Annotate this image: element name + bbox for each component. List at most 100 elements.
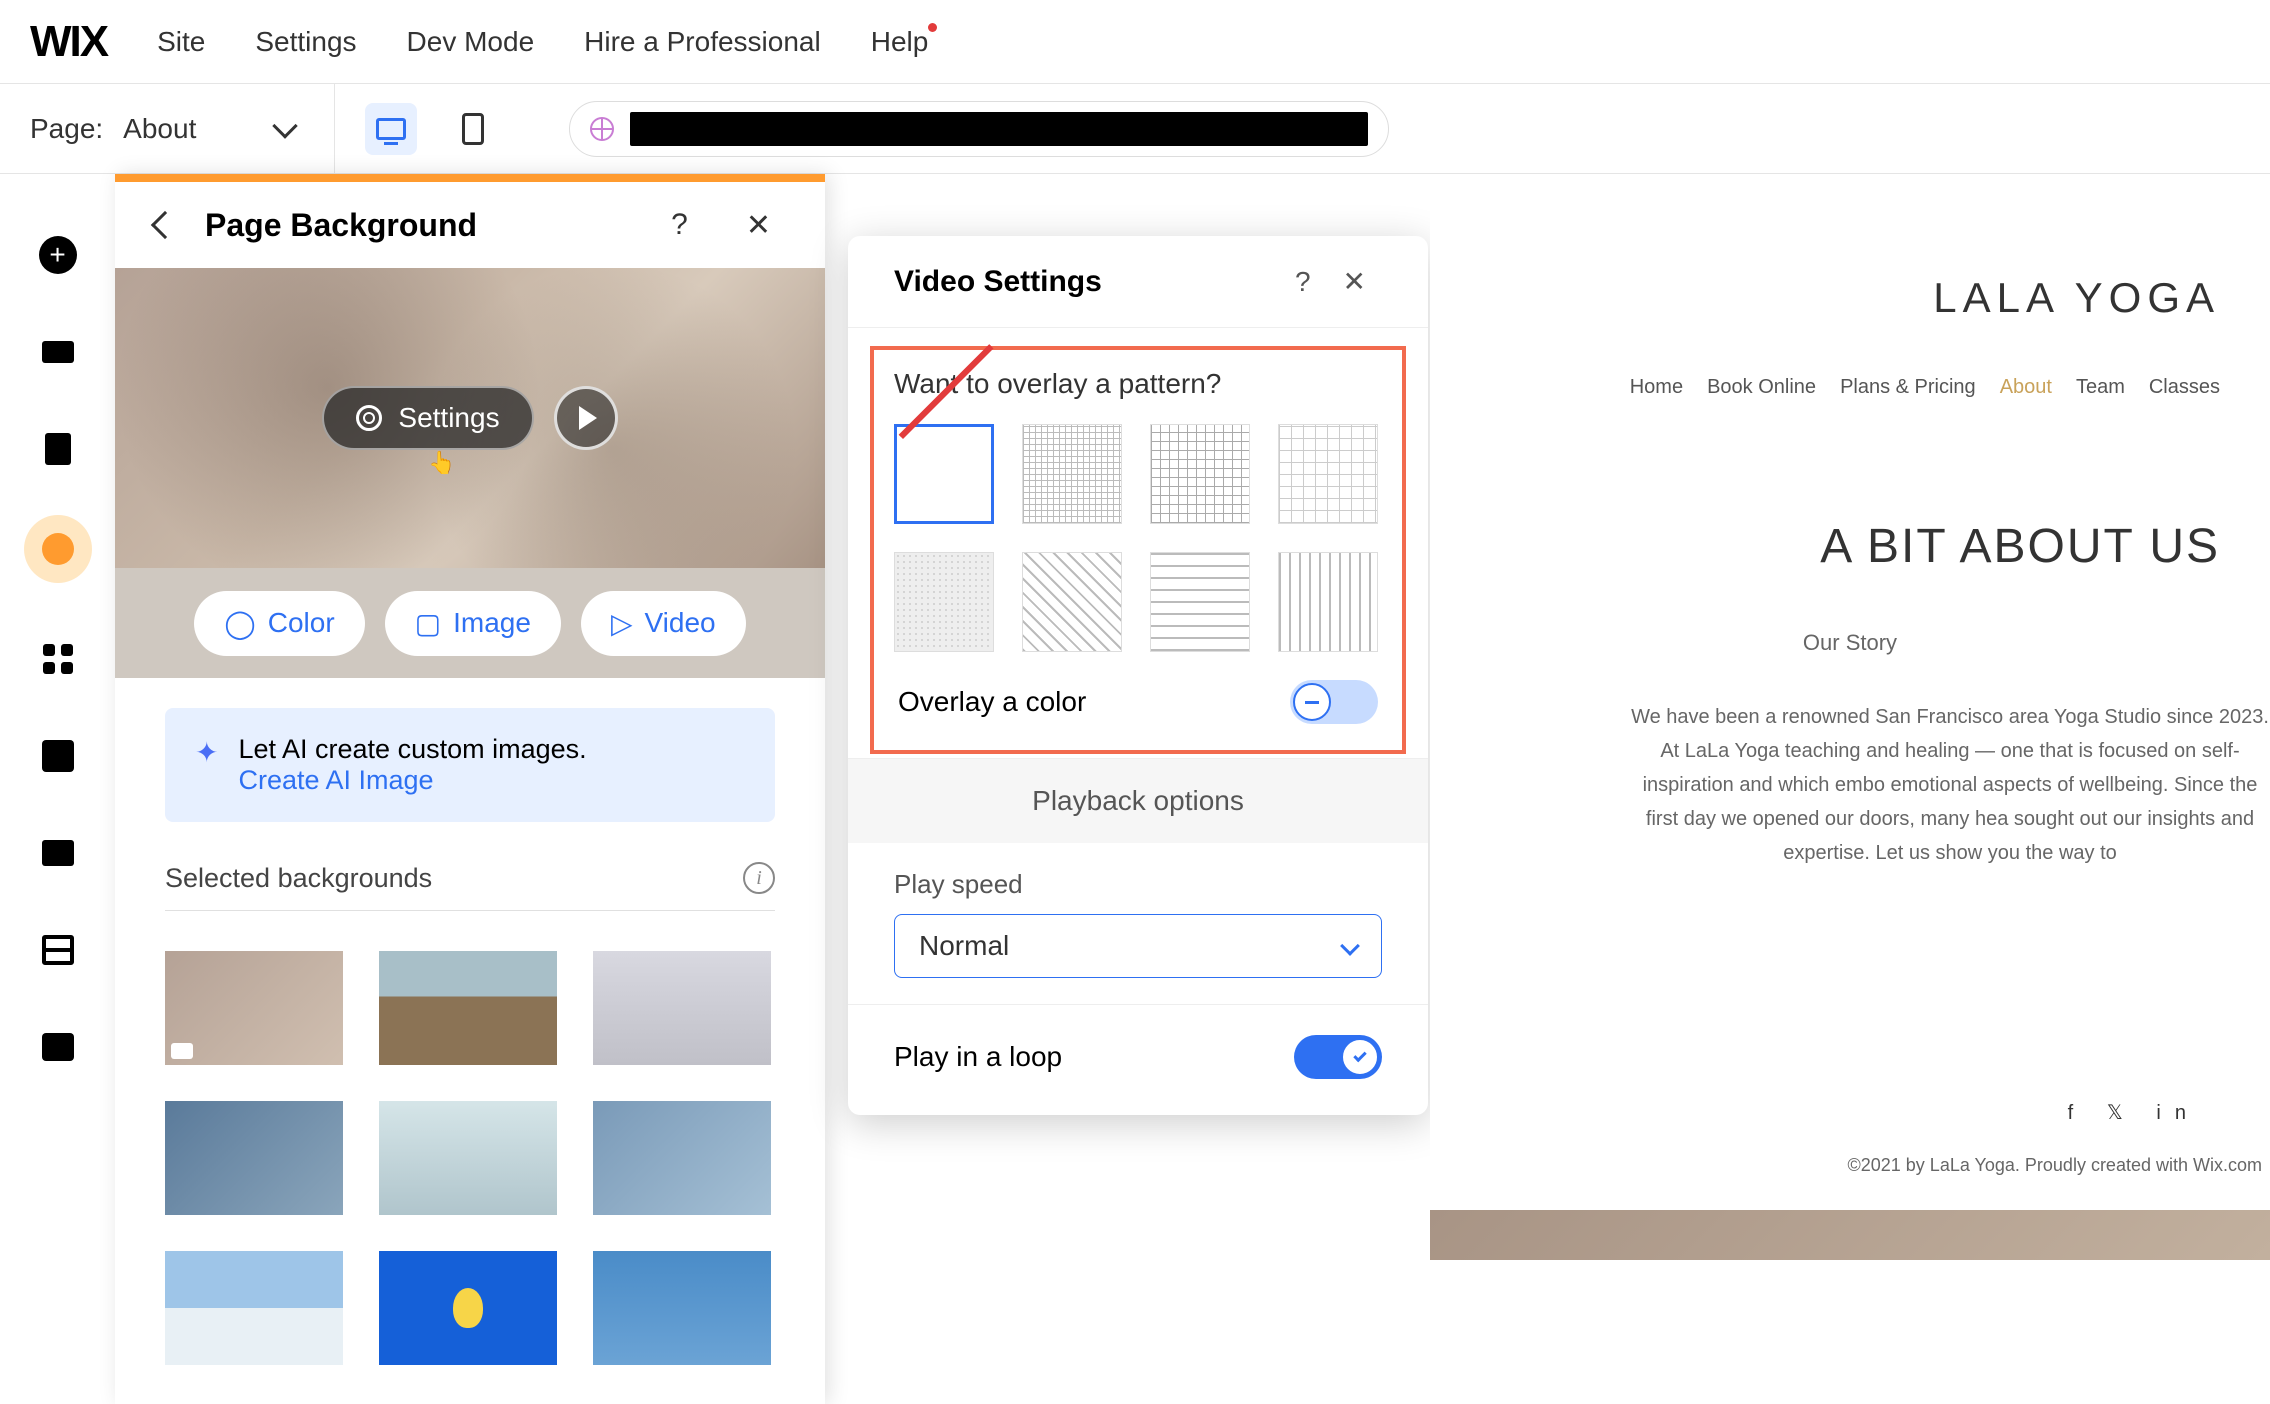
site-title: LALA YOGA bbox=[1430, 274, 2270, 322]
image-icon bbox=[42, 840, 74, 866]
second-bar: Page: About bbox=[0, 84, 2270, 174]
mobile-view-button[interactable] bbox=[447, 103, 499, 155]
business-button[interactable] bbox=[37, 1026, 79, 1068]
globe-icon bbox=[590, 117, 614, 141]
pattern-noise[interactable] bbox=[894, 552, 994, 652]
bg-thumb[interactable] bbox=[165, 951, 343, 1065]
nav-book[interactable]: Book Online bbox=[1707, 376, 1816, 399]
menu-help[interactable]: Help bbox=[871, 26, 929, 58]
background-type-tabs: ◯Color ▢Image ▷Video bbox=[115, 568, 825, 678]
nav-about[interactable]: About bbox=[2000, 376, 2052, 399]
panel-accent bbox=[115, 174, 825, 182]
panel-title: Page Background bbox=[205, 207, 627, 244]
pages-button[interactable] bbox=[37, 428, 79, 470]
desktop-icon bbox=[376, 118, 406, 140]
nav-classes[interactable]: Classes bbox=[2149, 376, 2220, 399]
media-button[interactable] bbox=[37, 832, 79, 874]
bg-thumb[interactable] bbox=[593, 1101, 771, 1215]
pattern-grid-medium[interactable] bbox=[1150, 424, 1250, 524]
about-body: We have been a renowned San Francisco ar… bbox=[1430, 656, 2270, 870]
site-nav: Home Book Online Plans & Pricing About T… bbox=[1430, 322, 2270, 399]
close-icon[interactable]: ✕ bbox=[1327, 265, 1382, 298]
url-redacted bbox=[630, 112, 1368, 146]
menu-devmode[interactable]: Dev Mode bbox=[407, 26, 535, 58]
menu-site[interactable]: Site bbox=[157, 26, 205, 58]
linkedin-icon[interactable]: in bbox=[2156, 1102, 2200, 1124]
menu-settings[interactable]: Settings bbox=[255, 26, 356, 58]
wix-logo: WIX bbox=[30, 17, 107, 67]
plus-icon: + bbox=[39, 236, 77, 274]
loop-row: Play in a loop bbox=[848, 1005, 1428, 1115]
menu-hire[interactable]: Hire a Professional bbox=[584, 26, 821, 58]
addons-button[interactable] bbox=[37, 735, 79, 777]
site-footer: ©2021 by LaLa Yoga. Proudly created with… bbox=[1430, 1125, 2270, 1176]
nav-home[interactable]: Home bbox=[1630, 376, 1683, 399]
bg-thumb[interactable] bbox=[379, 1251, 557, 1365]
bg-thumb[interactable] bbox=[165, 1101, 343, 1215]
play-speed-select[interactable]: Normal bbox=[894, 914, 1382, 978]
bg-thumb[interactable] bbox=[165, 1251, 343, 1365]
back-icon[interactable] bbox=[151, 211, 179, 239]
page-selector[interactable]: Page: About bbox=[30, 84, 335, 174]
pattern-diagonal[interactable] bbox=[1022, 552, 1122, 652]
twitter-icon[interactable]: 𝕏 bbox=[2107, 1102, 2137, 1124]
facebook-icon[interactable]: f bbox=[2068, 1102, 2088, 1124]
gear-icon bbox=[356, 405, 382, 431]
overlay-highlighted-section: Want to overlay a pattern? Overlay a col… bbox=[870, 346, 1406, 754]
pattern-checker[interactable] bbox=[1278, 424, 1378, 524]
bg-thumb[interactable] bbox=[593, 951, 771, 1065]
layout-button[interactable] bbox=[37, 929, 79, 971]
page-name: About bbox=[123, 113, 196, 145]
top-menu: Site Settings Dev Mode Hire a Profession… bbox=[157, 26, 928, 58]
page-icon bbox=[45, 433, 71, 465]
ai-banner: ✦ Let AI create custom images. Create AI… bbox=[165, 708, 775, 822]
help-icon[interactable]: ? bbox=[657, 208, 702, 242]
ai-icon bbox=[42, 533, 74, 565]
bg-thumb[interactable] bbox=[379, 951, 557, 1065]
mobile-icon bbox=[462, 113, 484, 145]
close-icon[interactable]: ✕ bbox=[732, 208, 785, 243]
play-button[interactable] bbox=[554, 386, 618, 450]
overlay-color-toggle[interactable] bbox=[1290, 680, 1378, 724]
add-button[interactable]: + bbox=[37, 234, 79, 276]
left-rail: + bbox=[0, 174, 115, 1404]
page-background-panel: Page Background ? ✕ Settings 👆 ◯Color ▢I… bbox=[115, 174, 825, 1404]
about-heading: A BIT ABOUT US bbox=[1430, 399, 2270, 574]
play-speed-label: Play speed bbox=[894, 869, 1382, 900]
ai-button[interactable] bbox=[24, 515, 92, 583]
play-speed-section: Play speed Normal bbox=[848, 843, 1428, 1005]
selected-backgrounds-title: Selected backgrounds bbox=[165, 863, 432, 894]
apps-button[interactable] bbox=[37, 638, 79, 680]
pattern-grid-fine[interactable] bbox=[1022, 424, 1122, 524]
image-icon: ▢ bbox=[415, 607, 441, 640]
nav-plans[interactable]: Plans & Pricing bbox=[1840, 376, 1976, 399]
sections-button[interactable] bbox=[37, 331, 79, 373]
create-ai-image-link[interactable]: Create AI Image bbox=[238, 765, 586, 796]
nav-team[interactable]: Team bbox=[2076, 376, 2125, 399]
tab-video[interactable]: ▷Video bbox=[581, 591, 746, 656]
social-icons: f 𝕏 in bbox=[1430, 870, 2270, 1125]
bg-thumb[interactable] bbox=[593, 1251, 771, 1365]
drop-icon: ◯ bbox=[224, 607, 255, 640]
pattern-grid bbox=[894, 424, 1382, 652]
settings-button[interactable]: Settings 👆 bbox=[322, 386, 533, 450]
table-icon bbox=[42, 935, 74, 965]
info-icon[interactable]: i bbox=[743, 862, 775, 894]
panel-header: Page Background ? ✕ bbox=[115, 182, 825, 268]
pattern-none[interactable] bbox=[894, 424, 994, 524]
puzzle-icon bbox=[42, 740, 74, 772]
pattern-vertical[interactable] bbox=[1278, 552, 1378, 652]
help-icon[interactable]: ? bbox=[1279, 266, 1327, 298]
bg-thumb[interactable] bbox=[379, 1101, 557, 1215]
desktop-view-button[interactable] bbox=[365, 103, 417, 155]
section-icon bbox=[42, 341, 74, 363]
video-settings-title: Video Settings bbox=[894, 265, 1279, 299]
footer-strip bbox=[1430, 1210, 2270, 1260]
pattern-horizontal[interactable] bbox=[1150, 552, 1250, 652]
chevron-down-icon bbox=[273, 113, 298, 138]
url-bar bbox=[569, 101, 1389, 157]
tab-image[interactable]: ▢Image bbox=[385, 591, 561, 656]
top-bar: WIX Site Settings Dev Mode Hire a Profes… bbox=[0, 0, 2270, 84]
loop-toggle[interactable] bbox=[1294, 1035, 1382, 1079]
tab-color[interactable]: ◯Color bbox=[194, 591, 364, 656]
